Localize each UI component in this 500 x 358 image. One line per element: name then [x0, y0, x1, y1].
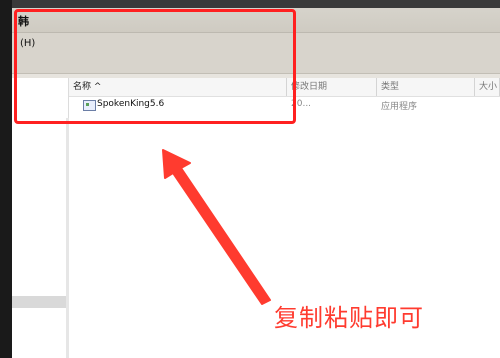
nav-pane-divider	[12, 296, 68, 308]
column-header-size[interactable]: 大小	[475, 78, 500, 96]
pane-splitter[interactable]	[66, 118, 69, 358]
instruction-caption: 复制粘贴即可	[274, 304, 424, 332]
highlight-box	[14, 9, 296, 124]
column-header-type[interactable]: 类型	[377, 78, 475, 96]
top-strip	[12, 0, 500, 8]
file-type: 应用程序	[381, 102, 418, 112]
column-header-date[interactable]: 修改日期	[287, 78, 377, 96]
